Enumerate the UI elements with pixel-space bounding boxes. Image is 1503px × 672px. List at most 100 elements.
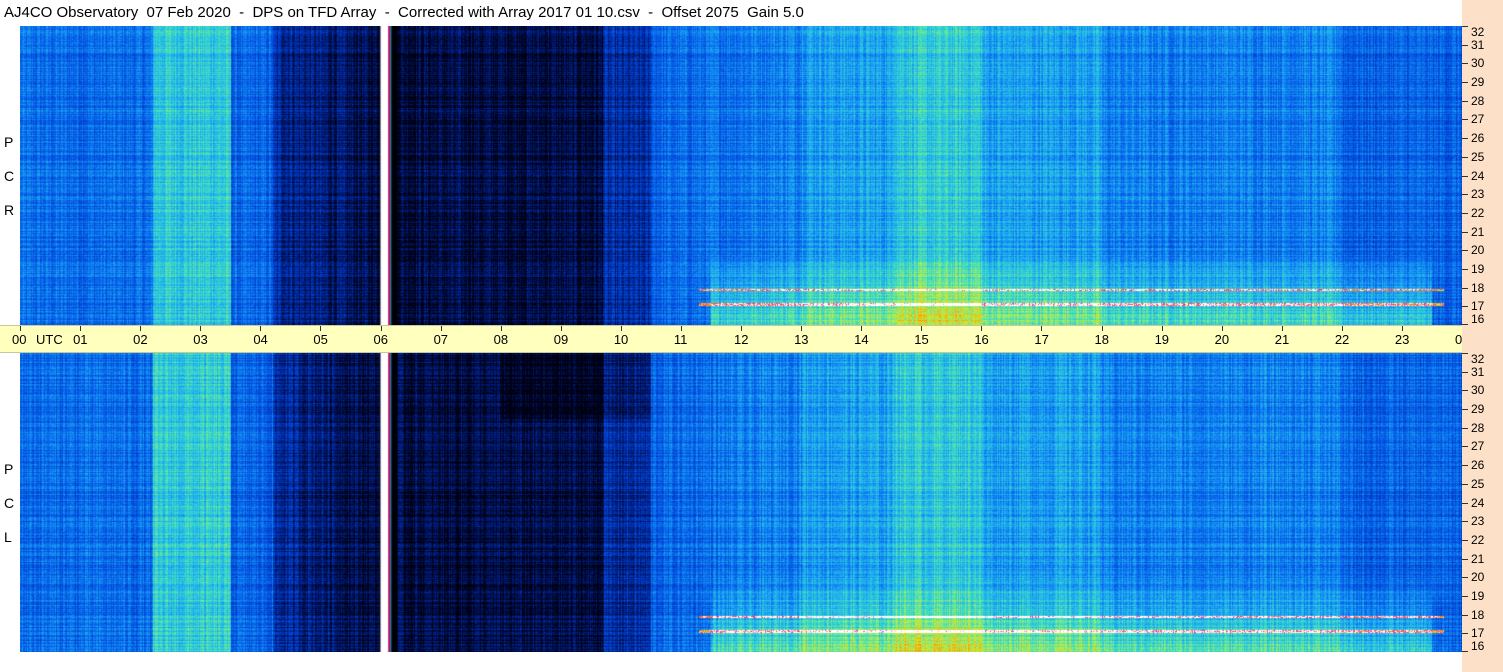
time-tick-label: 18 — [1094, 332, 1109, 347]
frequency-tick-mark — [1462, 119, 1468, 121]
time-tick-label: 03 — [193, 332, 208, 347]
frequency-tick-mark — [1462, 287, 1468, 289]
frequency-tick-label: 18 — [1471, 280, 1485, 295]
time-tick-mark — [680, 326, 682, 331]
frequency-tick-label: 21 — [1471, 224, 1485, 239]
frequency-tick-mark — [1462, 502, 1468, 504]
pol-letter: P — [4, 461, 14, 477]
frequency-tick-label: 29 — [1471, 75, 1485, 90]
frequency-tick-mark — [1462, 324, 1468, 325]
frequency-tick-label: 22 — [1471, 532, 1485, 547]
title-bar: AJ4CO Observatory 07 Feb 2020 - DPS on T… — [0, 0, 1462, 26]
time-tick-mark — [80, 326, 82, 331]
frequency-tick-mark — [1462, 427, 1468, 429]
time-tick-mark — [1341, 326, 1343, 331]
time-tick-label: 11 — [673, 332, 688, 347]
frequency-tick-label: 28 — [1471, 93, 1485, 108]
frequency-tick-label: 17 — [1471, 626, 1485, 641]
time-tick-mark — [861, 326, 863, 331]
frequency-tick-mark — [1462, 44, 1468, 46]
frequency-tick-label: 19 — [1471, 588, 1485, 603]
frequency-tick-label: 30 — [1471, 56, 1485, 71]
frequency-tick-mark — [1462, 465, 1468, 467]
time-tick-mark — [981, 326, 983, 331]
lcp-frequency-axis: 16 17 18 19 20 21 22 23 24 25 26 27 28 29 30 31 32 — [1462, 353, 1503, 652]
time-tick-mark — [1401, 326, 1403, 331]
frequency-tick-mark — [1462, 100, 1468, 102]
frequency-tick-mark — [1462, 156, 1468, 158]
time-tick-mark — [741, 326, 742, 331]
frequency-tick-label: 24 — [1471, 495, 1485, 510]
time-tick-label: 20 — [1214, 332, 1230, 347]
time-tick-label: 00 — [12, 332, 27, 347]
frequency-tick-mark — [1462, 633, 1468, 635]
time-tick-mark — [260, 326, 262, 331]
bottom-margin — [0, 652, 1462, 672]
frequency-tick-label: 21 — [1471, 551, 1485, 566]
frequency-tick-label: 26 — [1471, 458, 1485, 473]
time-tick-label: 16 — [974, 332, 989, 347]
time-tick-mark — [1221, 326, 1223, 331]
frequency-tick-label: 31 — [1471, 37, 1485, 52]
time-tick-label: 19 — [1154, 332, 1170, 347]
time-tick-label: 06 — [373, 332, 388, 347]
frequency-tick-mark — [1462, 231, 1468, 233]
frequency-tick-mark — [1462, 250, 1468, 252]
time-tick-label: 09 — [553, 332, 569, 347]
frequency-tick-mark — [1462, 409, 1468, 411]
time-tick-mark — [140, 326, 142, 331]
frequency-tick-mark — [1462, 306, 1468, 308]
frequency-tick-mark — [1462, 82, 1468, 84]
time-tick-label: 22 — [1334, 332, 1350, 347]
frequency-tick-mark — [1462, 26, 1468, 27]
time-tick-mark — [1161, 326, 1163, 331]
frequency-tick-label: 23 — [1471, 514, 1485, 529]
time-tick-mark — [620, 326, 622, 331]
frequency-tick-mark — [1462, 212, 1468, 214]
frequency-tick-mark — [1462, 371, 1468, 373]
frequency-tick-label: 17 — [1471, 299, 1485, 314]
frequency-tick-label: 26 — [1471, 131, 1485, 146]
time-tick-label: 04 — [253, 332, 268, 347]
time-tick-label: 23 — [1394, 332, 1410, 347]
frequency-tick-label: 32 — [1471, 352, 1485, 366]
pol-letter: C — [4, 168, 15, 184]
time-tick-label: 10 — [613, 332, 629, 347]
time-tick-mark — [560, 326, 562, 331]
time-tick-label: 07 — [433, 332, 449, 347]
frequency-tick-label: 16 — [1471, 639, 1485, 653]
time-tick-mark — [500, 326, 502, 331]
time-tick-label: 01 — [73, 332, 88, 347]
rcp-spectrogram — [20, 26, 1462, 325]
rcp-frequency-axis: 16 17 18 19 20 21 22 23 24 25 26 27 28 29 30 31 32 — [1462, 26, 1503, 325]
frequency-tick-label: 25 — [1471, 149, 1485, 164]
time-tick-mark — [1041, 326, 1043, 331]
frequency-tick-label: 25 — [1471, 476, 1485, 491]
frequency-tick-label: 28 — [1471, 420, 1485, 435]
frequency-tick-label: 20 — [1471, 243, 1485, 258]
frequency-tick-label: 19 — [1471, 261, 1485, 276]
frequency-tick-mark — [1462, 175, 1468, 177]
frequency-tick-label: 18 — [1471, 607, 1485, 622]
time-tick-mark — [801, 326, 803, 331]
frequency-tick-mark — [1462, 194, 1468, 196]
time-tick-label: 15 — [914, 332, 929, 347]
pol-letter: L — [4, 529, 12, 545]
frequency-tick-mark — [1462, 614, 1468, 616]
time-tick-mark — [1101, 326, 1103, 331]
frequency-tick-label: 32 — [1471, 25, 1485, 39]
frequency-tick-label: 16 — [1471, 312, 1485, 326]
frequency-tick-mark — [1462, 651, 1468, 652]
frequency-tick-label: 27 — [1471, 112, 1485, 127]
frequency-tick-label: 27 — [1471, 439, 1485, 454]
rcp-polarization-label: P C R — [0, 26, 20, 325]
time-axis: 00 01 02 03 04 05 06 07 08 09 10 11 12 13 14 15 16 17 18 19… — [0, 325, 1503, 353]
time-tick-mark — [440, 326, 442, 331]
time-tick-label: 17 — [1034, 332, 1049, 347]
frequency-tick-label: 31 — [1471, 364, 1485, 379]
time-tick-mark — [1281, 326, 1283, 331]
frequency-tick-mark — [1462, 63, 1468, 65]
frequency-tick-mark — [1462, 390, 1468, 392]
time-tick-label: 08 — [493, 332, 509, 347]
frequency-tick-mark — [1462, 483, 1468, 485]
